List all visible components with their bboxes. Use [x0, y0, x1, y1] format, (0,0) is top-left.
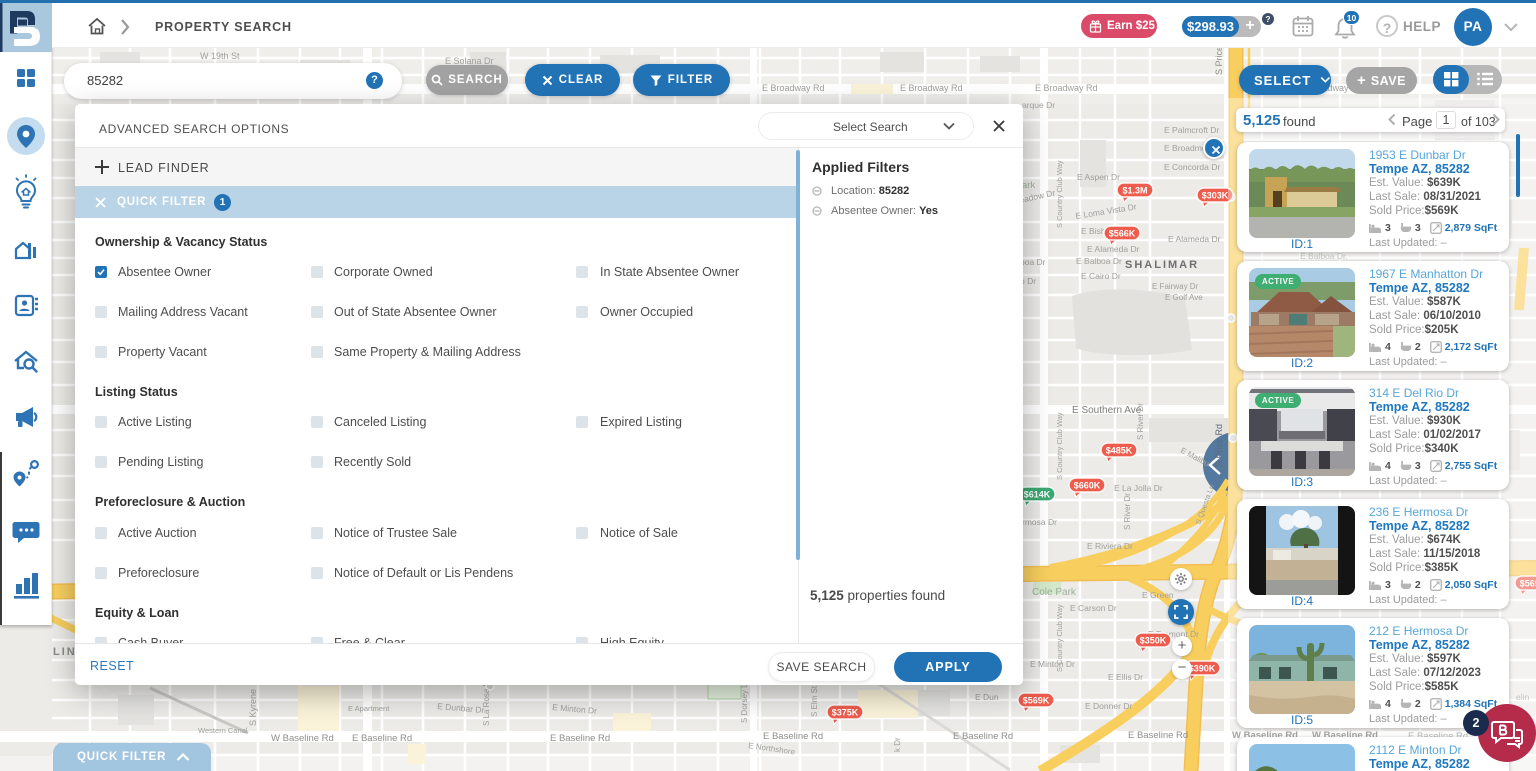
- svg-text:E Concorda Dr: E Concorda Dr: [1164, 162, 1220, 172]
- svg-text:E Dun: E Dun: [975, 692, 999, 702]
- svg-text:E Balboa Dr: E Balboa Dr: [1076, 256, 1122, 266]
- svg-text:arque Dr: arque Dr: [1022, 100, 1055, 110]
- svg-text:$390K: $390K: [1189, 664, 1216, 674]
- svg-text:LIN: LIN: [53, 646, 77, 658]
- svg-text:E Alameda Dr: E Alameda Dr: [1168, 234, 1221, 244]
- svg-text:E Palmcroft Dr: E Palmcroft Dr: [1164, 125, 1219, 135]
- svg-text:S River Dr: S River Dr: [1136, 403, 1145, 440]
- svg-text:E Minton Dr: E Minton Dr: [1030, 659, 1075, 669]
- svg-text:Cole Park: Cole Park: [1032, 587, 1077, 598]
- svg-text:$1.3M: $1.3M: [1122, 186, 1147, 196]
- svg-text:$485K: $485K: [1106, 446, 1133, 456]
- svg-text:E Apartment: E Apartment: [348, 704, 390, 713]
- svg-text:E Broadway Rd: E Broadway Rd: [900, 83, 963, 93]
- svg-text:E Golf Ave: E Golf Ave: [1165, 293, 1203, 302]
- svg-text:E Broadmo: E Broadmo: [1164, 143, 1207, 153]
- svg-text:S Elm St: S Elm St: [810, 685, 819, 717]
- svg-text:$375K: $375K: [832, 708, 859, 718]
- svg-text:$566K: $566K: [1109, 229, 1136, 239]
- svg-text:S River Dr: S River Dr: [1123, 493, 1132, 530]
- svg-text:$569K: $569K: [1023, 696, 1050, 706]
- svg-text:E Green: E Green: [1142, 590, 1174, 600]
- svg-text:ark: ark: [1022, 180, 1035, 191]
- svg-text:E Baseline Rd: E Baseline Rd: [1128, 730, 1188, 741]
- svg-text:E Broadway Rd: E Broadway Rd: [1035, 83, 1098, 93]
- svg-text:E Ellis Dr: E Ellis Dr: [1108, 672, 1143, 682]
- svg-text:E Broadway Rd: E Broadway Rd: [762, 83, 825, 93]
- svg-text:boa Dr: boa Dr: [1020, 257, 1046, 267]
- svg-text:E Baseline Rd: E Baseline Rd: [763, 731, 823, 742]
- svg-text:E Southern Ave: E Southern Ave: [1072, 405, 1142, 416]
- svg-text:E Baseline Rd: E Baseline Rd: [953, 731, 1013, 742]
- svg-text:E La Jolla Dr: E La Jolla Dr: [1114, 483, 1163, 493]
- svg-text:E Cairo Dr: E Cairo Dr: [1081, 271, 1121, 281]
- svg-text:rmosa Dr: rmosa Dr: [1022, 517, 1057, 527]
- svg-text:SHALIMAR: SHALIMAR: [1125, 259, 1199, 271]
- svg-text:E Donner Dr: E Donner Dr: [1085, 701, 1132, 711]
- svg-text:W Baseline Rd: W Baseline Rd: [271, 733, 334, 744]
- svg-text:E Carson Dr: E Carson Dr: [1070, 603, 1117, 613]
- svg-text:S Kyrene: S Kyrene: [248, 689, 258, 726]
- svg-text:k Dr: k Dr: [893, 737, 902, 752]
- svg-text:E Aspen Dr: E Aspen Dr: [1077, 172, 1120, 182]
- svg-text:$660K: $660K: [1074, 481, 1101, 491]
- svg-text:E Fairway Dr: E Fairway Dr: [1152, 282, 1199, 291]
- svg-text:S Price Rd: S Price Rd: [1214, 424, 1224, 467]
- svg-text:E Riviera Dr: E Riviera Dr: [1087, 541, 1133, 551]
- svg-text:E Baseline Rd: E Baseline Rd: [352, 733, 412, 744]
- svg-text:S Country Club Way: S Country Club Way: [1055, 604, 1064, 672]
- svg-text:$614K: $614K: [1024, 490, 1051, 500]
- svg-text:$350K: $350K: [1140, 636, 1167, 646]
- svg-text:S Country Club Way: S Country Club Way: [1055, 412, 1064, 480]
- svg-text:Western Canal: Western Canal: [198, 726, 248, 735]
- svg-text:S Country Club Way: S Country Club Way: [1055, 160, 1064, 228]
- svg-text:$303K: $303K: [1202, 191, 1229, 201]
- svg-text:W 19th St: W 19th St: [200, 51, 240, 61]
- svg-text:E Alameda Dr: E Alameda Dr: [1087, 244, 1140, 254]
- svg-text:E Baseline Rd: E Baseline Rd: [550, 733, 610, 744]
- svg-text:S Dorsey Ln: S Dorsey Ln: [740, 679, 749, 723]
